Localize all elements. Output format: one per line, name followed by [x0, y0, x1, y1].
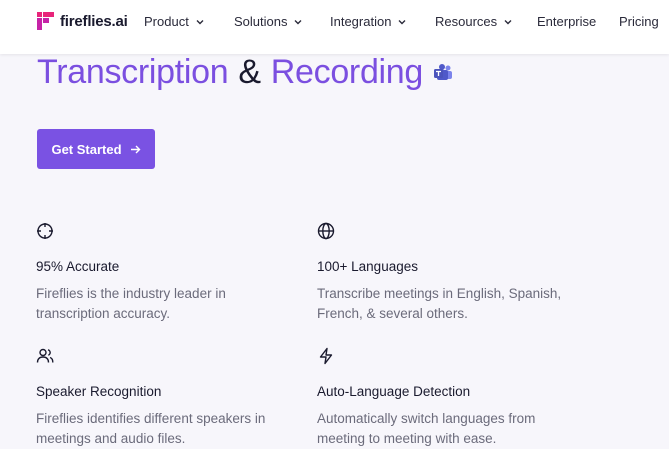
feature-title: Speaker Recognition	[36, 384, 162, 399]
chevron-down-icon	[504, 19, 512, 24]
hero-title: Transcription & Recording	[37, 53, 453, 92]
hero-title-ampersand: &	[238, 53, 261, 91]
chevron-down-icon	[196, 19, 204, 24]
hero-title-recording: Recording	[270, 53, 424, 91]
users-icon	[36, 348, 54, 363]
nav-resources-label: Resources	[435, 14, 498, 29]
nav-integration[interactable]: Integration	[330, 14, 407, 29]
crosshair-icon	[37, 223, 53, 239]
arrow-right-icon	[130, 145, 141, 153]
nav-solutions-label: Solutions	[234, 14, 288, 29]
globe-icon	[317, 222, 335, 240]
nav-product[interactable]: Product	[144, 14, 205, 29]
get-started-button[interactable]: Get Started	[37, 129, 155, 169]
feature-description: Transcribe meetings in English, Spanish,…	[317, 286, 562, 321]
lightning-icon	[319, 347, 333, 365]
feature-languages: 100+ Languages Transcribe meetings in En…	[317, 222, 577, 321]
nav-pricing[interactable]: Pricing	[619, 14, 659, 29]
chevron-down-icon	[398, 19, 406, 24]
get-started-label: Get Started	[51, 141, 122, 157]
feature-speaker-recognition: Speaker Recognition Fireflies identifies…	[36, 347, 296, 446]
nav-pricing-label: Pricing	[619, 14, 659, 29]
nav-product-label: Product	[144, 14, 189, 29]
site-header: fireflies.ai Product Solutions Integrati…	[0, 0, 669, 54]
feature-title: Auto-Language Detection	[317, 384, 471, 399]
hero-title-transcription: Transcription	[37, 53, 229, 91]
feature-title: 100+ Languages	[317, 259, 418, 274]
nav-enterprise[interactable]: Enterprise	[537, 14, 596, 29]
nav-enterprise-label: Enterprise	[537, 14, 597, 29]
microsoft-teams-icon	[434, 63, 453, 80]
feature-auto-language-detection: Auto-Language Detection Automatically sw…	[317, 347, 577, 446]
nav-integration-label: Integration	[330, 14, 392, 29]
nav-resources[interactable]: Resources	[435, 14, 513, 29]
feature-title: 95% Accurate	[36, 259, 120, 274]
feature-description: Automatically switch languages from meet…	[317, 411, 536, 446]
feature-description: Fireflies identifies different speakers …	[36, 411, 266, 446]
feature-description: Fireflies is the industry leader in tran…	[36, 286, 226, 321]
feature-accuracy: 95% Accurate Fireflies is the industry l…	[36, 222, 296, 321]
chevron-down-icon	[294, 19, 302, 24]
nav-solutions[interactable]: Solutions	[234, 14, 303, 29]
main-nav: Product Solutions Integration Resources …	[0, 0, 669, 54]
